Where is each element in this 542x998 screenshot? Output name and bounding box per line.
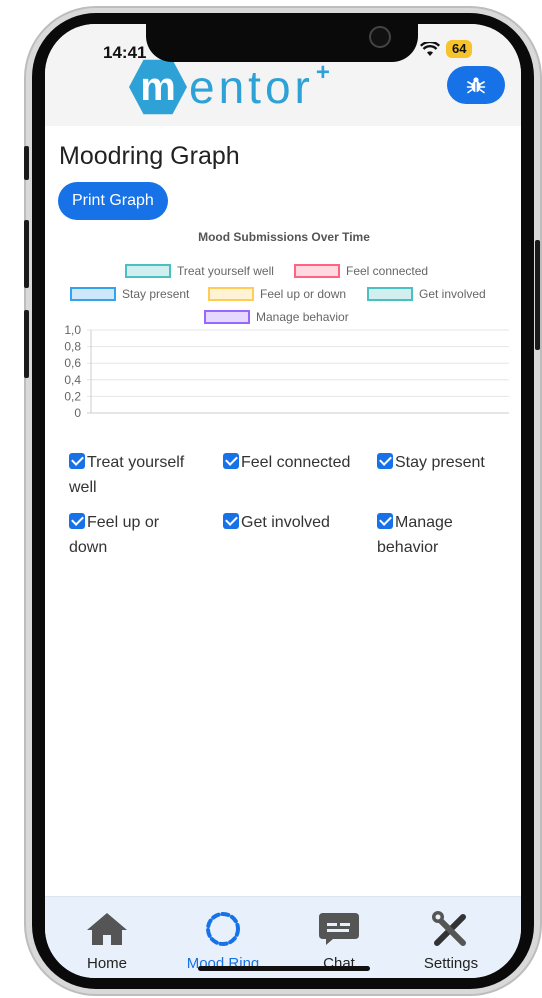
mute-switch <box>24 146 29 180</box>
filter-label: Feel connected <box>241 454 351 471</box>
legend-label: Feel connected <box>346 264 429 278</box>
legend-item[interactable]: Treat yourself well <box>125 264 274 278</box>
filter-checkbox-feel-up-or-down[interactable]: Feel up or down <box>69 510 189 560</box>
logo-text: entor <box>189 61 314 113</box>
y-tick-label: 0,6 <box>64 356 81 370</box>
legend-label: Manage behavior <box>256 310 349 324</box>
checkbox-checked-icon[interactable] <box>223 453 239 469</box>
checkbox-checked-icon[interactable] <box>69 513 85 529</box>
legend-label: Feel up or down <box>260 287 347 301</box>
page-title: Moodring Graph <box>59 142 240 170</box>
checkbox-checked-icon[interactable] <box>377 453 393 469</box>
mood-chart: Mood Submissions Over Time Treat yoursel… <box>59 224 514 424</box>
print-graph-button[interactable]: Print Graph <box>58 182 168 220</box>
legend-label: Get involved <box>419 287 486 301</box>
legend-swatch <box>125 264 171 278</box>
bug-icon <box>466 77 486 94</box>
nav-item-settings[interactable]: Settings <box>401 911 501 972</box>
checkbox-checked-icon[interactable] <box>223 513 239 529</box>
legend-swatch <box>208 287 254 301</box>
filter-label: Stay present <box>395 454 485 471</box>
nav-label: Settings <box>423 955 479 972</box>
volume-up-button <box>24 220 29 288</box>
mentor-logo: m entor + <box>129 58 330 116</box>
settings-icon <box>432 911 466 946</box>
nav-item-mood-ring[interactable]: Mood Ring <box>173 911 273 972</box>
filter-label: Treat yourself well <box>69 454 185 496</box>
nav-item-chat[interactable]: Chat <box>289 911 389 972</box>
chat-icon <box>319 913 359 945</box>
legend-swatch <box>294 264 340 278</box>
front-camera <box>369 26 391 48</box>
filter-checkbox-treat-yourself-well[interactable]: Treat yourself well <box>69 450 209 500</box>
volume-down-button <box>24 310 29 378</box>
status-icons: 64 <box>420 40 473 58</box>
home-indicator <box>198 966 370 971</box>
legend-item[interactable]: Manage behavior <box>204 310 349 324</box>
y-tick-label: 0,4 <box>64 373 81 387</box>
y-tick-label: 0 <box>74 406 81 420</box>
legend-label: Stay present <box>122 287 190 301</box>
y-tick-label: 0,2 <box>64 389 81 403</box>
legend-item[interactable]: Get involved <box>367 287 486 301</box>
legend-item[interactable]: Feel connected <box>294 264 428 278</box>
mood-ring-icon <box>206 912 240 946</box>
y-tick-label: 1,0 <box>64 324 81 337</box>
legend-label: Treat yourself well <box>177 264 274 278</box>
filter-checkbox-stay-present[interactable]: Stay present <box>377 450 517 475</box>
filter-checkbox-get-involved[interactable]: Get involved <box>223 510 373 535</box>
checkbox-checked-icon[interactable] <box>377 513 393 529</box>
filter-checkbox-feel-connected[interactable]: Feel connected <box>223 450 363 475</box>
bug-report-button[interactable] <box>447 66 505 104</box>
battery-indicator: 64 <box>446 40 473 58</box>
checkbox-checked-icon[interactable] <box>69 453 85 469</box>
filter-checkbox-manage-behavior[interactable]: Manage behavior <box>377 510 497 560</box>
home-icon <box>87 913 127 945</box>
nav-item-home[interactable]: Home <box>57 911 157 972</box>
wifi-icon <box>420 41 440 56</box>
legend-swatch <box>70 287 116 301</box>
chart-plot-area: 1,0 0,8 0,6 0,4 0,2 0 <box>64 324 509 420</box>
filter-label: Get involved <box>241 514 330 531</box>
legend-item[interactable]: Stay present <box>70 287 189 301</box>
legend-item[interactable]: Feel up or down <box>208 287 346 301</box>
nav-label: Home <box>86 955 127 972</box>
logo-hexagon: m <box>129 59 187 115</box>
power-button <box>535 240 540 350</box>
legend-swatch <box>367 287 413 301</box>
logo-plus: + <box>315 59 330 86</box>
app-screen: 14:41 64 m entor + Moodring Graph Print … <box>45 24 521 978</box>
chart-title: Mood Submissions Over Time <box>198 230 370 244</box>
y-tick-label: 0,8 <box>64 340 81 354</box>
logo-letter: m <box>140 65 176 109</box>
legend-swatch <box>204 310 250 324</box>
